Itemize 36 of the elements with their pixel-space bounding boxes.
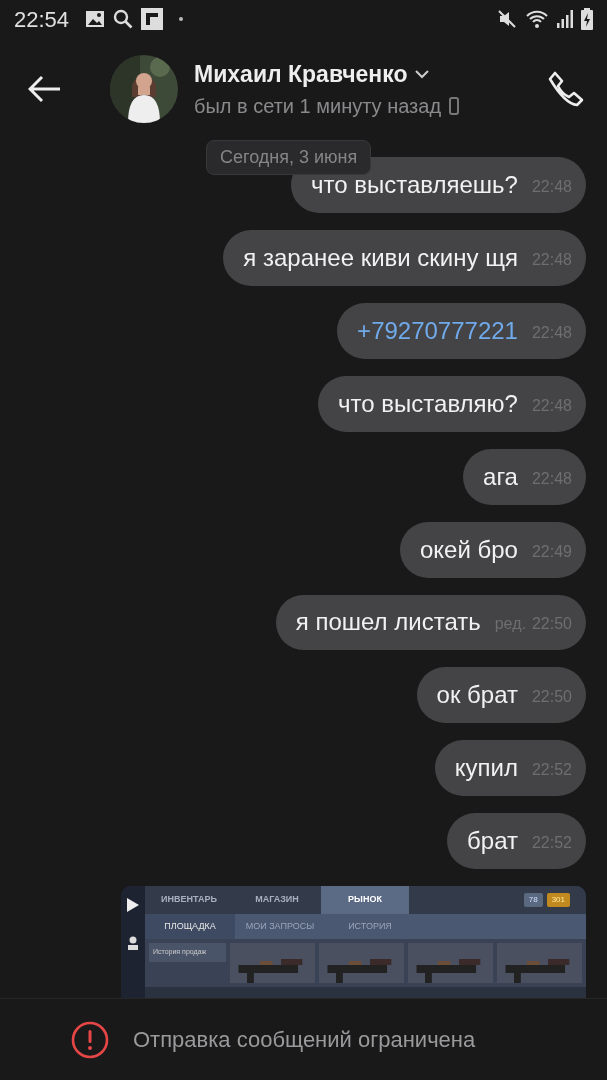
message-text: я заранее киви скину щя xyxy=(243,242,518,273)
dot-icon xyxy=(179,17,184,21)
chevron-down-icon[interactable] xyxy=(415,69,430,79)
game-subtab[interactable]: МОИ ЗАПРОСЫ xyxy=(235,913,325,940)
game-subtab[interactable]: ПЛОЩАДКА xyxy=(145,913,235,940)
restriction-notice: Отправка сообщений ограничена xyxy=(133,1026,476,1054)
call-icon[interactable] xyxy=(547,70,585,108)
wifi-icon xyxy=(525,9,549,29)
warning-icon xyxy=(71,1020,109,1059)
message-text: ага xyxy=(483,461,518,492)
message-text: я пошел листать xyxy=(295,607,481,638)
signal-icon xyxy=(557,9,573,29)
game-tab[interactable]: ИНВЕНТАРЬ xyxy=(145,886,233,914)
currency-counter: 78 xyxy=(523,892,543,907)
game-tab[interactable]: РЫНОК xyxy=(321,886,409,914)
person-icon[interactable] xyxy=(128,936,138,951)
message-text: купил xyxy=(454,753,518,784)
message-text: окей бро xyxy=(419,534,518,565)
contact-name[interactable]: Михаил Кравченко xyxy=(194,56,408,92)
image-icon xyxy=(85,10,106,28)
message-text: что выставляю? xyxy=(338,388,518,419)
square-icon xyxy=(141,8,164,30)
currency-counter: 301 xyxy=(546,892,570,907)
message-text: брат xyxy=(467,826,518,857)
clock: 22:54 xyxy=(14,5,70,34)
play-icon[interactable] xyxy=(127,898,139,913)
game-tab[interactable]: МАГАЗИН xyxy=(233,886,321,914)
back-icon[interactable] xyxy=(28,75,62,103)
message-text: ок брат xyxy=(436,680,518,711)
phone-device-icon xyxy=(449,97,460,116)
mute-icon xyxy=(497,9,517,29)
phone-link[interactable]: +79270777221 xyxy=(357,312,518,349)
game-subtab[interactable]: ИСТОРИЯ xyxy=(325,913,415,940)
last-seen-status: был в сети 1 минуту назад xyxy=(194,94,442,120)
battery-icon xyxy=(581,8,593,30)
search-icon xyxy=(113,9,134,29)
